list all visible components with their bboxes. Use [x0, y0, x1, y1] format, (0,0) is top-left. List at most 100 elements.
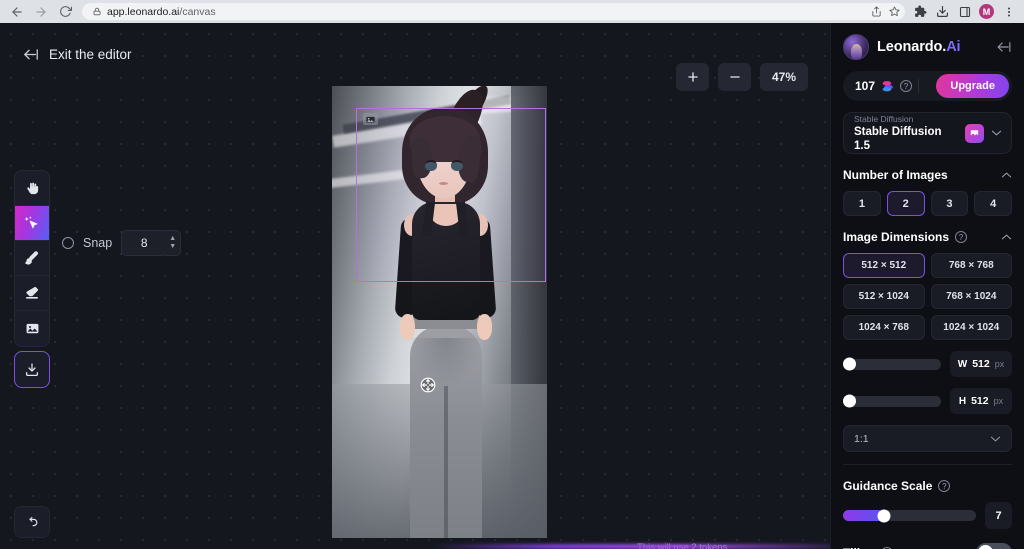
guidance-scale-help-icon[interactable]: ? [938, 480, 950, 492]
side-panel-icon[interactable] [955, 2, 974, 21]
lock-icon [93, 3, 101, 21]
height-slider-knob[interactable] [843, 395, 856, 408]
zoom-controls: 47% [676, 63, 808, 91]
width-slider-knob[interactable] [843, 358, 856, 371]
right-hand [477, 314, 492, 340]
number-of-images-header[interactable]: Number of Images [843, 168, 1012, 182]
undo-button[interactable] [14, 506, 50, 538]
star-icon[interactable] [886, 3, 903, 20]
token-help-icon[interactable]: ? [900, 80, 912, 92]
brand-suffix-text: Ai [946, 39, 960, 55]
divider [918, 79, 919, 93]
tiling-toggle-knob [978, 545, 993, 549]
width-value[interactable]: 512 [972, 358, 990, 370]
snap-spinner[interactable]: ▲ ▼ [165, 230, 181, 256]
dimension-512x512[interactable]: 512 × 512 [843, 253, 925, 278]
spinner-up-icon[interactable]: ▲ [169, 236, 176, 242]
upgrade-button[interactable]: Upgrade [936, 74, 1009, 98]
model-selector[interactable]: Stable Diffusion Stable Diffusion 1.5 [843, 112, 1012, 154]
image-dimensions-title: Image Dimensions [843, 230, 949, 244]
token-count: 107 [855, 79, 875, 93]
url-text: app.leonardo.ai/canvas [107, 6, 216, 18]
image-dimensions-help-icon[interactable]: ? [955, 231, 967, 243]
download-canvas-button[interactable] [14, 351, 50, 388]
dimension-1024x1024[interactable]: 1024 × 1024 [931, 315, 1013, 340]
leg-gap [444, 386, 448, 538]
download-icon[interactable] [933, 2, 952, 21]
width-slider[interactable] [843, 359, 941, 370]
guidance-scale-value[interactable]: 7 [985, 502, 1012, 529]
image-dimensions-options: 512 × 512 768 × 768 512 × 1024 768 × 102… [843, 253, 1012, 340]
width-label: W [958, 359, 967, 370]
number-of-images-title: Number of Images [843, 168, 948, 182]
tiling-title: Tiling [843, 546, 875, 549]
back-arrow-icon[interactable] [6, 1, 28, 23]
height-value-box[interactable]: H 512 px [950, 388, 1012, 414]
zoom-out-button[interactable] [718, 63, 751, 91]
paint-brush-tool[interactable] [15, 241, 49, 276]
image-tool[interactable] [15, 311, 49, 346]
guidance-scale-control: 7 [843, 502, 1012, 529]
num-images-3[interactable]: 3 [931, 191, 969, 216]
height-unit: px [994, 396, 1004, 406]
model-text-group: Stable Diffusion Stable Diffusion 1.5 [854, 114, 958, 153]
brand-header: Leonardo.Ai [843, 23, 1012, 60]
model-chevron-down-icon[interactable] [991, 129, 1002, 137]
url-field[interactable]: app.leonardo.ai/canvas [85, 3, 863, 20]
aspect-ratio-select[interactable]: 1:1 [843, 425, 1012, 452]
model-title: Stable Diffusion 1.5 [854, 125, 958, 153]
reload-icon[interactable] [54, 1, 76, 23]
snap-value-input[interactable]: 8 [121, 230, 167, 256]
num-images-1[interactable]: 1 [843, 191, 881, 216]
height-value[interactable]: 512 [971, 395, 989, 407]
profile-avatar[interactable]: M [979, 4, 994, 19]
num-images-2[interactable]: 2 [887, 191, 925, 216]
spinner-down-icon[interactable]: ▼ [169, 244, 176, 250]
width-value-box[interactable]: W 512 px [950, 351, 1012, 377]
selection-rectangle[interactable] [356, 108, 546, 282]
dimension-1024x768[interactable]: 1024 × 768 [843, 315, 925, 340]
leonardo-canvas-app: Exit the editor 47% [0, 23, 1024, 549]
num-images-4[interactable]: 4 [974, 191, 1012, 216]
move-handle-icon[interactable] [419, 376, 437, 394]
zoom-in-button[interactable] [676, 63, 709, 91]
forward-arrow-icon[interactable] [30, 1, 52, 23]
hand-tool[interactable] [15, 171, 49, 206]
exit-editor-button[interactable]: Exit the editor [22, 47, 132, 62]
brand-name-text: Leonardo. [877, 39, 946, 55]
dimension-768x1024[interactable]: 768 × 1024 [931, 284, 1013, 309]
chevron-up-icon[interactable] [1001, 171, 1012, 179]
width-control: W 512 px [843, 351, 1012, 377]
height-slider[interactable] [843, 396, 941, 407]
chevron-up-icon[interactable] [1001, 233, 1012, 241]
canvas-workspace[interactable]: Exit the editor 47% [0, 23, 830, 549]
left-hand [400, 314, 415, 340]
guidance-scale-knob[interactable] [878, 509, 891, 522]
browser-actions: M [911, 2, 1018, 21]
selection-image-icon[interactable] [363, 113, 378, 125]
height-control: H 512 px [843, 388, 1012, 414]
sidebar-divider [843, 464, 1012, 465]
eraser-tool[interactable] [15, 276, 49, 311]
model-thumbnail-icon [965, 124, 984, 143]
image-dimensions-header[interactable]: Image Dimensions ? [843, 230, 1012, 244]
dimension-768x768[interactable]: 768 × 768 [931, 253, 1013, 278]
model-subtitle: Stable Diffusion [854, 114, 958, 125]
address-bar[interactable]: app.leonardo.ai/canvas [82, 3, 905, 20]
collapse-sidebar-icon[interactable] [995, 41, 1012, 53]
snap-toggle[interactable] [62, 237, 74, 249]
snap-stepper[interactable]: 8 ▲ ▼ [121, 230, 181, 256]
zoom-level-display[interactable]: 47% [760, 63, 808, 91]
tiling-toggle[interactable] [976, 543, 1012, 549]
share-icon[interactable] [868, 3, 885, 20]
number-of-images-options: 1 2 3 4 [843, 191, 1012, 216]
dimension-512x1024[interactable]: 512 × 1024 [843, 284, 925, 309]
exit-editor-label: Exit the editor [49, 47, 132, 62]
guidance-scale-slider[interactable] [843, 510, 976, 521]
user-avatar[interactable] [843, 34, 869, 60]
magic-select-tool[interactable] [15, 206, 49, 241]
aspect-ratio-value: 1:1 [854, 433, 869, 445]
three-dot-menu-icon[interactable] [999, 2, 1018, 21]
puzzle-icon[interactable] [911, 2, 930, 21]
aspect-ratio-chevron-down-icon[interactable] [990, 435, 1001, 443]
